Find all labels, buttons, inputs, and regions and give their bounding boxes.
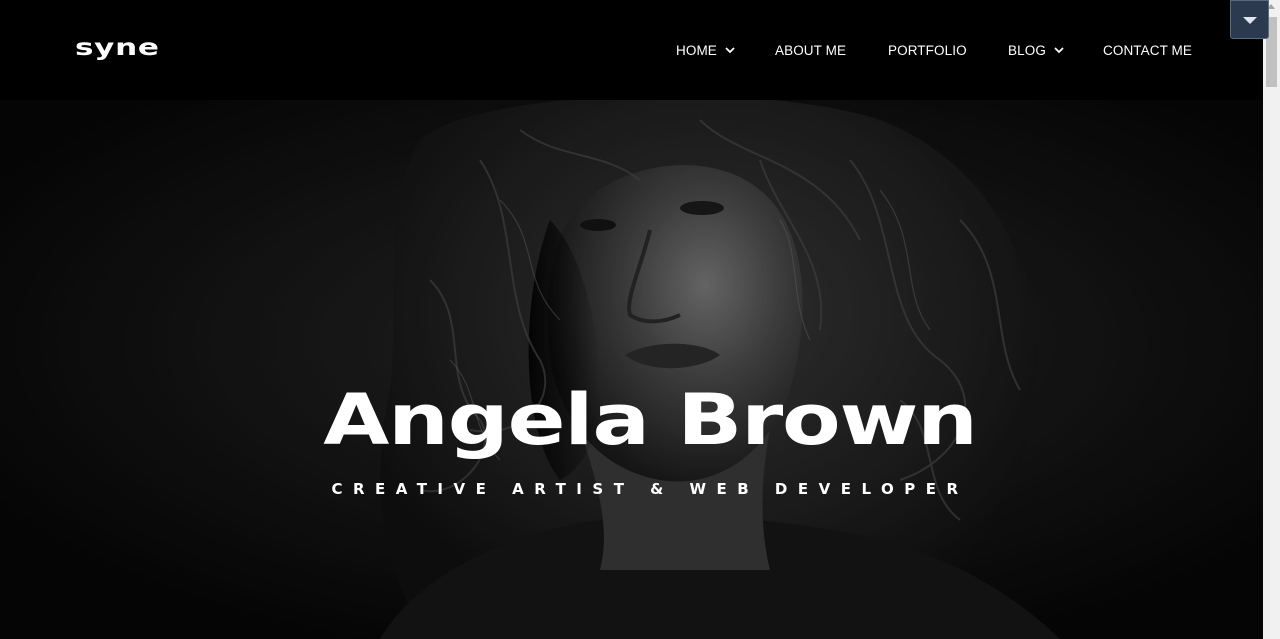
hero-section: Angela Brown CREATIVE ARTIST & WEB DEVEL…: [0, 100, 1263, 639]
nav-item-blog-label: BLOG: [1008, 42, 1046, 58]
nav-item-contact-me[interactable]: CONTACT ME: [1103, 40, 1192, 60]
vertical-scrollbar[interactable]: [1263, 0, 1280, 639]
overlay-toggle-button[interactable]: [1230, 0, 1269, 39]
nav-item-contact-me-label: CONTACT ME: [1103, 42, 1193, 58]
hero-title: Angela Brown: [323, 379, 978, 461]
nav-item-home[interactable]: HOME: [676, 40, 737, 60]
caret-down-icon: [1242, 16, 1257, 24]
site-header: syne HOME ABOUT ME PORTFOLIO BLOG CONTAC…: [0, 0, 1263, 100]
chevron-down-icon: [725, 47, 735, 54]
browser-viewport: syne HOME ABOUT ME PORTFOLIO BLOG CONTAC…: [0, 0, 1263, 639]
portrait-photo: [0, 100, 1263, 639]
hero-tagline: CREATIVE ARTIST & WEB DEVELOPER: [331, 480, 969, 498]
nav-item-portfolio-label: PORTFOLIO: [888, 42, 967, 58]
nav-item-home-label: HOME: [676, 42, 717, 58]
page: syne HOME ABOUT ME PORTFOLIO BLOG CONTAC…: [0, 0, 1280, 639]
chevron-down-icon: [1054, 47, 1064, 54]
nav-item-blog[interactable]: BLOG: [1008, 40, 1066, 60]
nav-item-about-me-label: ABOUT ME: [775, 42, 847, 58]
site-logo[interactable]: syne: [75, 33, 160, 63]
nav-item-portfolio[interactable]: PORTFOLIO: [888, 40, 967, 60]
nav-item-about-me[interactable]: ABOUT ME: [775, 40, 846, 60]
